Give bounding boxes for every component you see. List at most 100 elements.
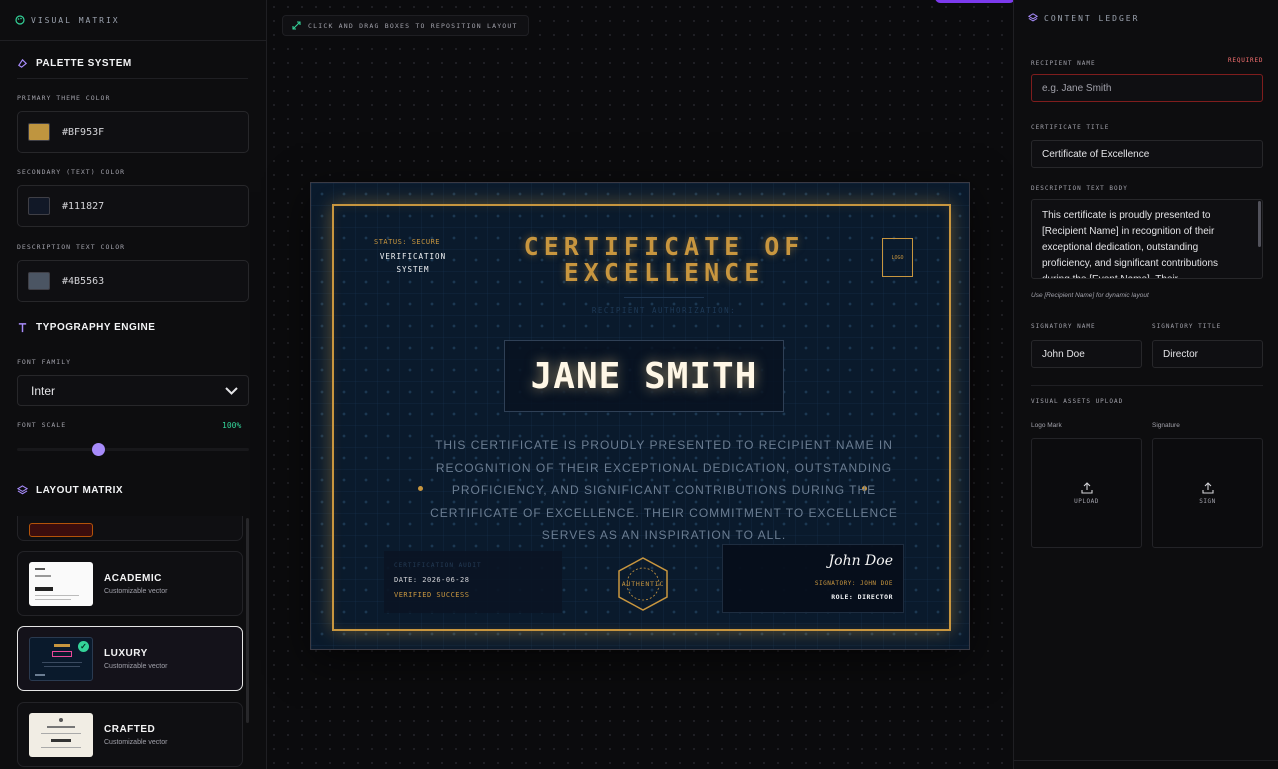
cert-title-label: CERTIFICATE TITLE [1031,124,1110,131]
certificate-frame: STATUS: SECURE VERIFICATION SYSTEM CERTI… [332,204,951,631]
desc-hint: Use [Recipient Name] for dynamic layout [1031,292,1149,299]
layers-icon [17,485,28,495]
primary-color-label: PRIMARY THEME COLOR [17,94,111,102]
description-color-hex: #4B5563 [62,275,105,287]
primary-color-picker[interactable]: #BF953F [17,111,249,153]
desc-textarea[interactable]: This certificate is proudly presented to… [1031,199,1263,279]
layers-icon [1028,13,1038,22]
signatory-title-label: SIGNATORY TITLE [1152,323,1222,330]
layout-card-academic[interactable]: ACADEMIC Customizable vector [17,551,243,616]
secondary-color-swatch[interactable] [28,197,50,215]
divider [1014,760,1278,761]
required-badge: REQUIRED [1228,57,1264,64]
layout-card-partial[interactable] [17,516,243,541]
signature-box[interactable]: John Doe SIGNATORY: JOHN DOE ROLE: DIREC… [722,544,904,613]
paint-icon [18,58,28,68]
signatory-title-input[interactable]: Director [1152,340,1263,368]
recipient-name-box[interactable]: JANE SMITH [504,340,784,412]
cert-verified: VERIFIED SUCCESS [394,591,470,599]
divider [17,78,248,79]
typography-title-text: TYPOGRAPHY ENGINE [36,322,156,333]
selected-check-icon: ✓ [78,640,89,652]
layout-card-sub: Customizable vector [104,662,168,670]
upload-icon [1080,481,1093,494]
desc-label: DESCRIPTION TEXT BODY [1031,185,1128,192]
layout-card-name: ACADEMIC [104,572,162,584]
description-color-label: DESCRIPTION TEXT COLOR [17,243,126,251]
cert-logo-placeholder[interactable]: LOGO [882,238,913,277]
top-action-button[interactable] [935,0,1015,3]
logo-upload-dropzone[interactable]: UPLOAD [1031,438,1142,548]
assets-label: VISUAL ASSETS UPLOAD [1031,398,1124,405]
layout-section-title: LAYOUT MATRIX [17,485,123,496]
secondary-color-picker[interactable]: #111827 [17,185,249,227]
font-scale-label: FONT SCALE [17,421,67,429]
cert-status[interactable]: STATUS: SECURE [374,238,440,246]
desc-textarea-scrollbar[interactable] [1258,201,1261,247]
layout-list-scrollbar[interactable] [246,518,249,723]
layout-thumbnail-crafted [29,712,93,757]
layout-thumbnail-luxury: ✓ [29,636,93,681]
recipient-auth-label: RECIPIENT AUTHORIZATION: [591,306,737,315]
font-family-select[interactable]: Inter [17,375,249,406]
layout-card-crafted[interactable]: CRAFTED Customizable vector [17,702,243,767]
cert-title-line: CERTIFICATE OF [523,232,805,261]
drag-hint: CLICK AND DRAG BOXES TO REPOSITION LAYOU… [282,15,529,36]
layout-card-sub: Customizable vector [104,738,168,746]
divider [1031,385,1263,386]
signature-upload-label: Signature [1152,422,1180,429]
cert-audit-box[interactable]: CERTIFICATION AUDIT DATE: 2026-06-28 VER… [384,551,562,613]
certificate-preview: STATUS: SECURE VERIFICATION SYSTEM CERTI… [310,182,970,650]
signature-upload-dropzone[interactable]: SIGN [1152,438,1263,548]
cert-title[interactable]: CERTIFICATE OF EXCELLENCE [434,234,894,286]
cert-description[interactable]: THIS CERTIFICATE IS PROUDLY PRESENTED TO… [429,434,899,547]
cert-title-line: EXCELLENCE [563,258,765,287]
layout-title-text: LAYOUT MATRIX [36,485,124,496]
font-scale-slider-thumb[interactable] [91,443,105,456]
cert-audit-label: CERTIFICATION AUDIT [394,562,482,569]
palette-section-title: PALETTE SYSTEM [17,58,132,69]
layout-list: ACADEMIC Customizable vector ✓ LUXURY Cu… [17,516,247,769]
signatory-name-label: SIGNATORY NAME [1031,323,1096,330]
right-panel: CONTENT LEDGER RECIPIENT NAME REQUIRED e… [1013,0,1278,769]
secondary-color-hex: #111827 [62,200,105,212]
expand-arrows-icon [292,21,301,30]
left-header: VISUAL MATRIX [0,0,266,41]
recipient-name-label: RECIPIENT NAME [1031,60,1096,67]
description-color-picker[interactable]: #4B5563 [17,260,249,302]
chevron-down-icon [225,386,238,395]
layout-thumbnail-academic [29,561,93,606]
right-header-title: CONTENT LEDGER [1044,13,1140,23]
left-header-title: VISUAL MATRIX [31,15,120,25]
signature-script: John Doe [828,553,893,569]
bullet-dot [418,486,423,491]
secondary-color-label: SECONDARY (TEXT) COLOR [17,168,126,176]
recipient-name-input[interactable]: e.g. Jane Smith [1031,74,1263,102]
description-color-swatch[interactable] [28,272,50,290]
role-line: ROLE: DIRECTOR [831,593,893,601]
left-sidebar: VISUAL MATRIX PALETTE SYSTEM PRIMARY THE… [0,0,267,769]
typography-section-title: TYPOGRAPHY ENGINE [17,322,155,333]
title-rule [624,297,704,298]
cert-date: DATE: 2026-06-28 [394,576,470,584]
font-scale-value: 100% [222,421,242,430]
font-scale-slider[interactable] [17,443,249,456]
layout-thumbnail [29,522,93,537]
type-icon [18,323,27,333]
signatory-name-input[interactable]: John Doe [1031,340,1142,368]
primary-color-hex: #BF953F [62,126,105,138]
logo-mark-label: Logo Mark [1031,422,1062,429]
cert-title-input[interactable]: Certificate of Excellence [1031,140,1263,168]
font-family-label: FONT FAMILY [17,358,72,366]
layout-card-luxury[interactable]: ✓ LUXURY Customizable vector [17,626,243,691]
upload-text: UPLOAD [1074,497,1099,505]
font-family-value: Inter [31,383,56,398]
layout-card-name: CRAFTED [104,723,156,735]
layout-card-sub: Customizable vector [104,587,168,595]
signatory-line: SIGNATORY: JOHN DOE [814,580,893,587]
palette-icon [15,15,25,25]
seal-text: AUTHENTIC [621,580,665,588]
drag-hint-text: CLICK AND DRAG BOXES TO REPOSITION LAYOU… [308,21,518,30]
primary-color-swatch[interactable] [28,123,50,141]
sign-text: SIGN [1199,497,1216,505]
